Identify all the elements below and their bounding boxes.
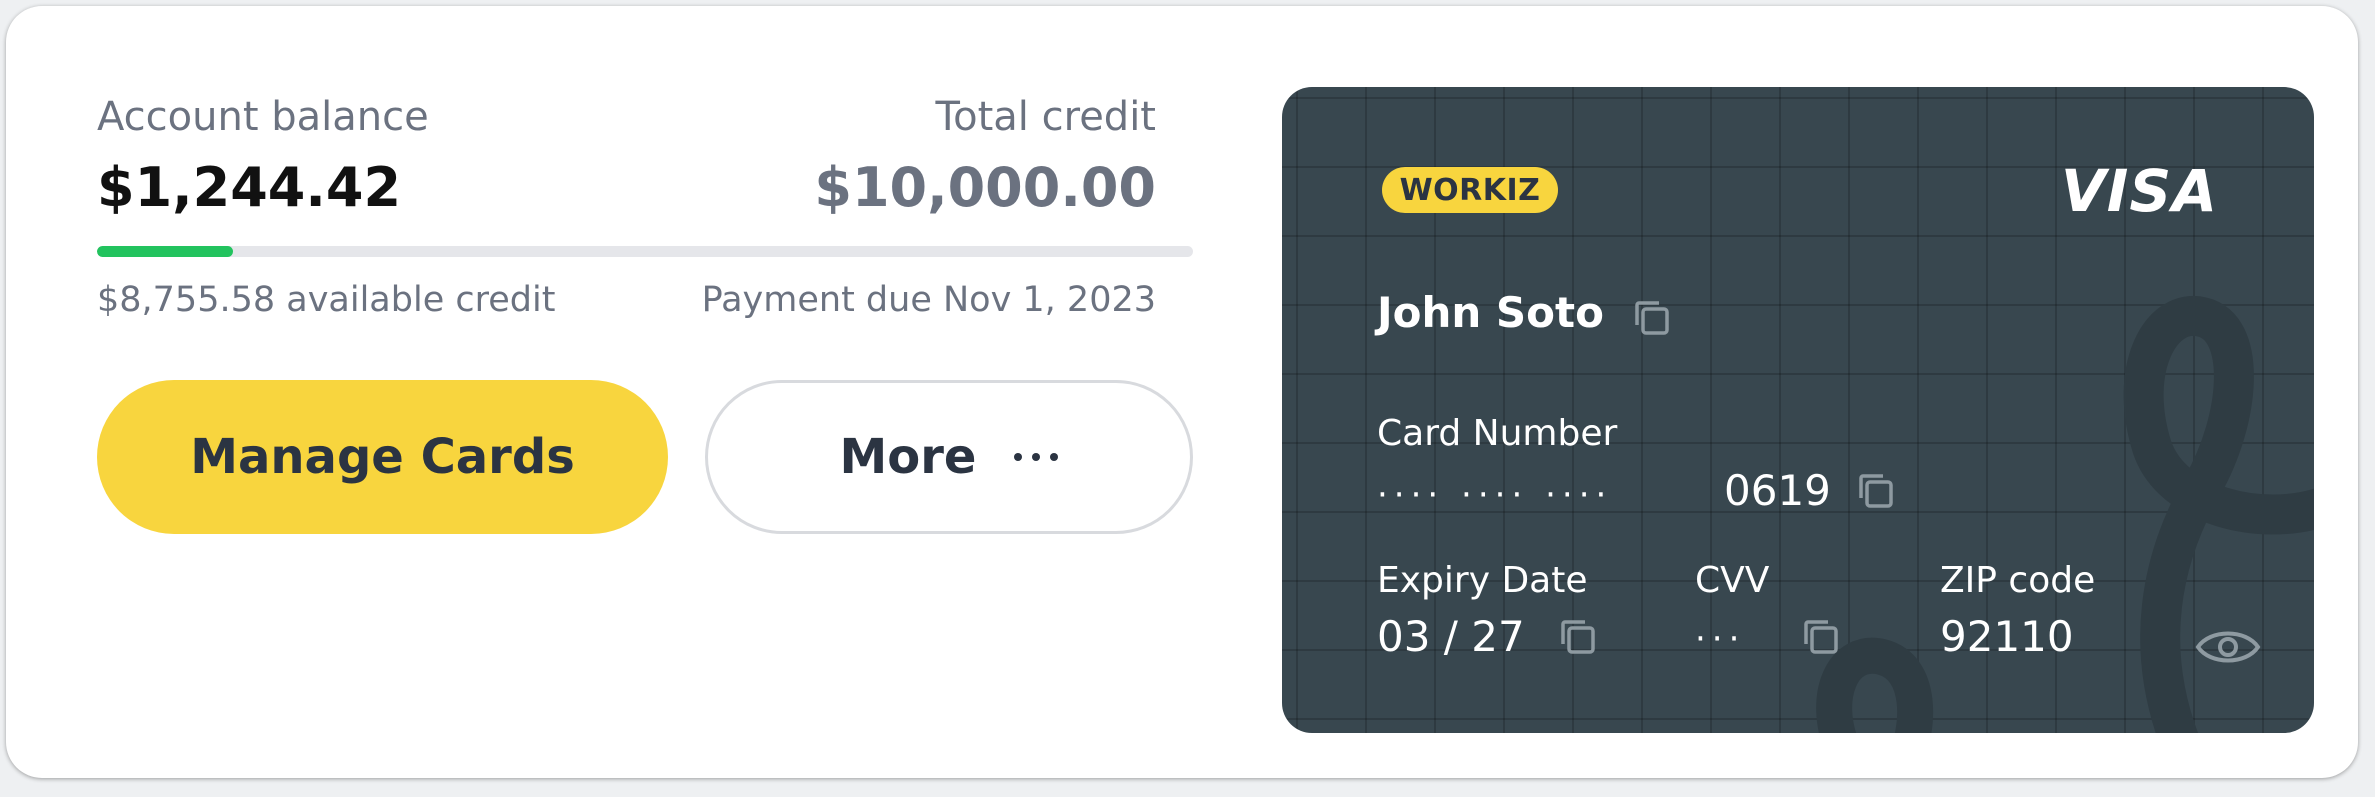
- more-button[interactable]: More: [705, 380, 1193, 534]
- cvv-masked: ···: [1695, 619, 1746, 659]
- copy-name-icon[interactable]: [1631, 297, 1673, 339]
- card-number-last4: 0619: [1724, 466, 1831, 515]
- more-label: More: [839, 429, 977, 485]
- visa-logo: VISA: [2060, 157, 2218, 225]
- payment-due-text: Payment due Nov 1, 2023: [701, 280, 1156, 320]
- cvv-label: CVV: [1695, 560, 1770, 601]
- card-number-label: Card Number: [1377, 413, 1618, 454]
- total-credit-value: $10,000.00: [814, 156, 1156, 219]
- total-credit-label: Total credit: [935, 94, 1157, 140]
- card-number-masked: ···· ···· ····: [1377, 475, 1613, 515]
- copy-cvv-icon[interactable]: [1800, 616, 1842, 658]
- zip-value: 92110: [1940, 612, 2074, 661]
- credit-summary-panel: Account balance Total credit $1,244.42 $…: [6, 6, 2358, 778]
- virtual-card: WORKIZ VISA John Soto Card Number ···· ·…: [1282, 87, 2314, 733]
- cardholder-name: John Soto: [1377, 288, 1604, 337]
- copy-number-icon[interactable]: [1855, 470, 1897, 512]
- credit-usage-fill: [97, 246, 234, 257]
- manage-cards-button[interactable]: Manage Cards: [97, 380, 668, 534]
- workiz-logo: WORKIZ: [1382, 167, 1558, 213]
- eye-icon[interactable]: [2194, 621, 2262, 673]
- copy-expiry-icon[interactable]: [1557, 616, 1599, 658]
- balance-value: $1,244.42: [97, 156, 402, 219]
- expiry-value: 03 / 27: [1377, 612, 1525, 661]
- zip-label: ZIP code: [1940, 560, 2096, 601]
- balance-label: Account balance: [97, 94, 429, 140]
- expiry-label: Expiry Date: [1377, 560, 1588, 601]
- credit-usage-bar: [97, 246, 1193, 257]
- more-dots-icon: [1014, 453, 1059, 461]
- manage-cards-label: Manage Cards: [190, 429, 575, 485]
- available-credit-text: $8,755.58 available credit: [97, 280, 556, 320]
